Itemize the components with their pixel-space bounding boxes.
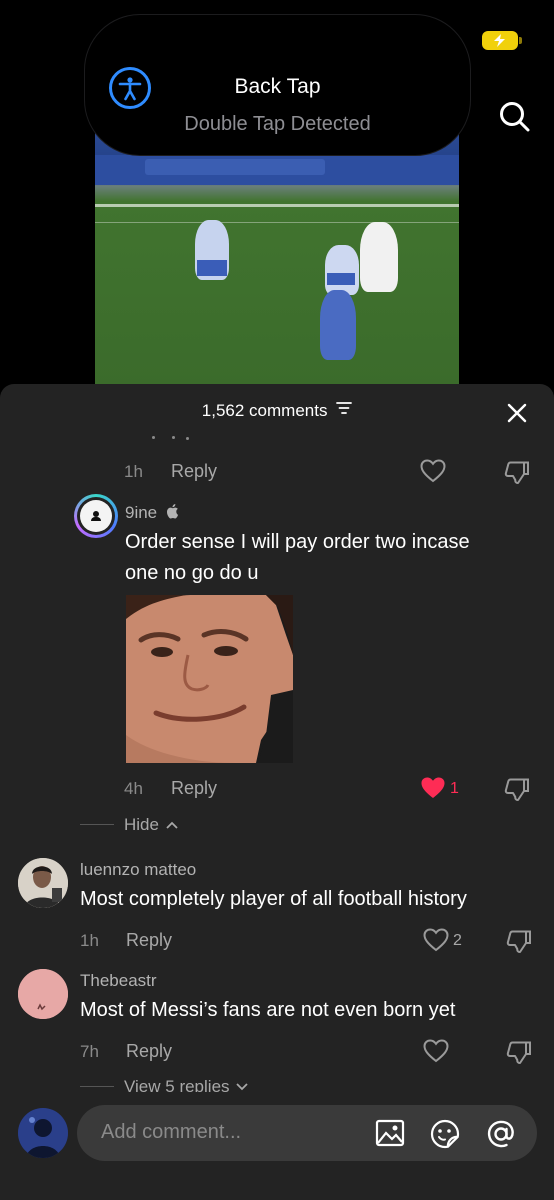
filter-icon[interactable] (336, 400, 353, 420)
comment-input-placeholder: Add comment... (101, 1121, 242, 1143)
player-figure (325, 245, 359, 295)
search-icon[interactable] (498, 100, 532, 139)
heart-filled-icon[interactable] (420, 776, 446, 805)
reply-button[interactable]: Reply (171, 778, 217, 799)
hide-replies-button[interactable]: Hide (124, 815, 178, 835)
comment-text: Most completely player of all football h… (80, 888, 467, 910)
comments-header[interactable]: 1,562 comments (0, 401, 554, 425)
cut-off-text (152, 436, 192, 442)
hide-label: Hide (124, 815, 159, 834)
comment-text: Most of Messi’s fans are not even born y… (80, 999, 456, 1021)
reply-button[interactable]: Reply (126, 1041, 172, 1062)
video-player[interactable] (95, 130, 459, 385)
chevron-up-icon (166, 814, 178, 834)
avatar[interactable] (18, 858, 68, 908)
player-figure (360, 222, 398, 292)
pitch-line (95, 204, 459, 207)
like-count: 1 (450, 780, 459, 797)
battery-icon (482, 31, 522, 50)
comments-count: 1,562 comments (201, 401, 328, 420)
mention-icon[interactable] (486, 1119, 516, 1154)
avatar[interactable] (18, 1108, 68, 1158)
dislike-icon[interactable] (504, 460, 530, 491)
player-figure (320, 290, 356, 360)
close-icon[interactable] (506, 402, 528, 429)
reply-button[interactable]: Reply (126, 930, 172, 951)
avatar[interactable] (18, 969, 68, 1019)
back-tap-notification: Back Tap Double Tap Detected (84, 14, 471, 156)
apple-icon (165, 503, 179, 524)
like-count: 2 (453, 932, 462, 949)
heart-icon[interactable] (420, 459, 446, 488)
player-shorts (327, 273, 355, 285)
comments-sheet: 1,562 comments 1h Reply 9ine Order sense… (0, 384, 554, 1200)
sticker-image[interactable] (126, 595, 293, 763)
comment-input[interactable]: Add comment... (77, 1105, 537, 1161)
dislike-icon[interactable] (506, 1040, 532, 1071)
notification-title: Back Tap (234, 75, 321, 98)
divider (80, 824, 114, 825)
avatar[interactable] (74, 494, 118, 538)
notification-subtitle: Double Tap Detected (184, 113, 371, 135)
comment-text: one no go do u (125, 562, 259, 584)
divider (80, 1086, 114, 1087)
comment-time: 4h (124, 779, 143, 798)
dislike-icon[interactable] (506, 929, 532, 960)
heart-icon[interactable] (423, 928, 449, 957)
heart-icon[interactable] (423, 1039, 449, 1068)
comment-time: 7h (80, 1042, 99, 1061)
comment-time: 1h (80, 931, 99, 950)
stadium-board (95, 155, 459, 185)
pitch-line (95, 222, 459, 223)
reply-button[interactable]: Reply (171, 461, 217, 482)
username[interactable]: Thebeastr (80, 971, 157, 991)
sticker-icon[interactable] (430, 1119, 460, 1154)
comment-time: 1h (124, 462, 143, 481)
player-shorts (197, 260, 227, 276)
username[interactable]: 9ine (125, 503, 179, 524)
image-icon[interactable] (375, 1119, 405, 1152)
comment-text: Order sense I will pay order two incase (125, 531, 470, 553)
username[interactable]: luennzo matteo (80, 860, 196, 880)
comment-input-bar: Add comment... (0, 1092, 554, 1200)
username-text: 9ine (125, 503, 158, 522)
dislike-icon[interactable] (504, 777, 530, 808)
